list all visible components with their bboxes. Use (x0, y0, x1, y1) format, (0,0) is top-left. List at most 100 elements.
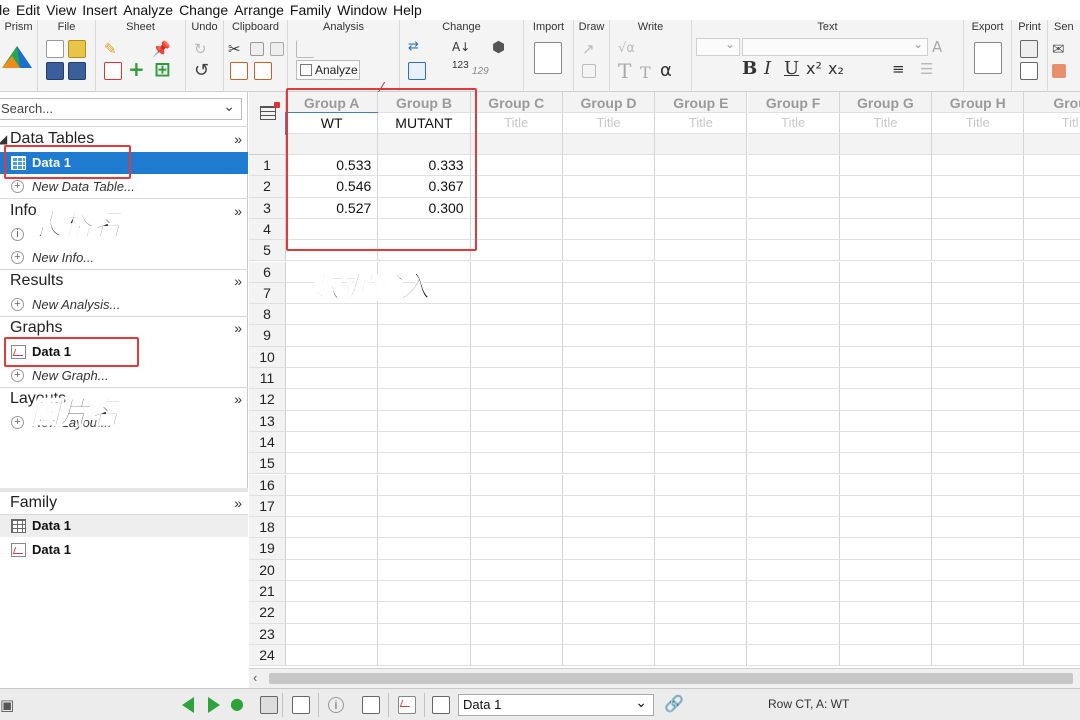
superscript-button[interactable]: x² (806, 60, 822, 78)
data-cell[interactable] (932, 325, 1025, 347)
row-number[interactable]: 8 (249, 304, 286, 326)
data-cell[interactable] (839, 346, 933, 368)
data-cell[interactable] (562, 495, 656, 518)
number-format-label[interactable]: 129 (472, 66, 489, 77)
data-cell[interactable] (1024, 560, 1080, 581)
data-cell[interactable] (747, 431, 840, 454)
data-cell[interactable] (655, 453, 748, 475)
data-cell[interactable] (378, 431, 471, 454)
copy-icon[interactable] (250, 42, 264, 56)
search-input[interactable]: Search... (0, 96, 242, 120)
import-file-icon[interactable] (534, 42, 562, 74)
data-cell[interactable] (562, 602, 656, 624)
data-cell[interactable] (286, 389, 379, 411)
data-cell[interactable] (655, 517, 748, 539)
data-cell[interactable] (839, 644, 933, 667)
data-cell[interactable] (286, 346, 379, 368)
data-cell[interactable] (470, 581, 563, 603)
data-cell[interactable] (747, 218, 840, 241)
data-cell[interactable] (470, 474, 563, 496)
column-header[interactable]: Grou (1024, 92, 1080, 113)
data-cell[interactable] (932, 261, 1025, 283)
fill-color-icon[interactable]: ⬢ (492, 38, 505, 56)
data-cell[interactable] (286, 431, 379, 454)
column-header[interactable]: Group A (286, 92, 379, 113)
data-cell[interactable] (655, 644, 748, 667)
data-cell[interactable] (562, 644, 656, 667)
data-cell[interactable] (286, 218, 379, 241)
row-number[interactable]: 21 (249, 581, 286, 603)
data-cell[interactable] (747, 474, 840, 496)
menu-view[interactable]: View (46, 2, 82, 18)
data-cell[interactable] (1024, 304, 1080, 326)
data-cell[interactable] (1024, 262, 1080, 283)
data-cell[interactable] (470, 410, 563, 432)
data-cell[interactable] (747, 389, 840, 411)
data-cell[interactable] (1024, 389, 1080, 411)
data-cell[interactable] (470, 197, 563, 219)
data-cell[interactable] (932, 346, 1025, 368)
sheet-selector[interactable]: Data 1 (458, 692, 654, 716)
data-cell[interactable] (470, 389, 563, 411)
expand-chevron-icon[interactable]: » (234, 388, 242, 410)
data-cell[interactable] (747, 644, 840, 667)
data-cell[interactable] (562, 389, 656, 411)
data-cell[interactable] (932, 240, 1025, 262)
data-cell[interactable] (932, 176, 1025, 198)
data-cell[interactable] (655, 282, 748, 305)
data-cell[interactable] (655, 431, 748, 454)
data-cell[interactable] (562, 368, 656, 390)
highlighter-icon[interactable]: ✎ (104, 40, 117, 58)
row-number[interactable]: 23 (249, 623, 286, 645)
new-graph-link[interactable]: + New Graph... (0, 365, 248, 387)
menu-family[interactable]: Family (290, 2, 337, 18)
analyze-button[interactable]: Analyze (296, 60, 360, 80)
data-cell[interactable] (932, 389, 1025, 411)
horizontal-scrollbar[interactable]: ‹ (249, 668, 1080, 688)
data-cell[interactable] (562, 325, 656, 347)
data-cell[interactable] (747, 282, 840, 305)
data-cell[interactable] (286, 538, 379, 560)
new-info-link[interactable]: + New Info... (0, 247, 248, 269)
data-cell[interactable] (1024, 411, 1080, 432)
draw-arrow-icon[interactable]: ↗ (582, 40, 595, 58)
previous-sheet-button[interactable] (182, 696, 202, 714)
data-cell[interactable] (839, 325, 933, 347)
font-family-select[interactable] (742, 37, 928, 56)
family-item-data-table[interactable]: Data 1 (0, 515, 248, 537)
menu-window[interactable]: Window (337, 2, 393, 18)
data-cell[interactable] (655, 581, 748, 603)
data-cell[interactable] (932, 304, 1025, 326)
font-size-select[interactable] (696, 37, 740, 56)
column-title-cell[interactable]: Title (470, 113, 563, 134)
add-sheet-icon[interactable]: + (128, 59, 145, 79)
data-cell[interactable] (655, 410, 748, 432)
data-cell[interactable] (470, 218, 563, 241)
data-cell[interactable] (655, 623, 748, 645)
data-cell[interactable] (747, 197, 840, 219)
row-number[interactable]: 1 (249, 155, 286, 177)
data-cell[interactable] (839, 474, 933, 496)
sort-az-icon[interactable]: A↓ (452, 38, 470, 56)
data-cell[interactable] (1024, 432, 1080, 454)
write-t-small[interactable]: T (640, 64, 651, 82)
data-cell[interactable] (655, 218, 748, 241)
section-results[interactable]: Results » (0, 270, 248, 292)
data-cell[interactable] (286, 240, 379, 262)
data-cell[interactable] (932, 602, 1025, 624)
data-cell[interactable] (932, 495, 1025, 518)
data-cell[interactable] (747, 453, 840, 475)
data-cell[interactable] (286, 602, 379, 624)
data-cell[interactable] (562, 581, 656, 603)
data-cell[interactable] (1024, 219, 1080, 241)
link-icon[interactable]: 🔗 (664, 695, 684, 713)
row-number[interactable]: 12 (249, 389, 286, 411)
row-number[interactable]: 18 (249, 517, 286, 539)
row-number[interactable]: 24 (249, 644, 286, 667)
data-cell[interactable] (932, 282, 1025, 305)
table-format-icon[interactable] (408, 62, 426, 80)
data-cell[interactable] (1024, 347, 1080, 368)
data-cell[interactable] (839, 261, 933, 283)
table-corner[interactable] (249, 92, 286, 155)
data-cell[interactable] (839, 453, 933, 475)
